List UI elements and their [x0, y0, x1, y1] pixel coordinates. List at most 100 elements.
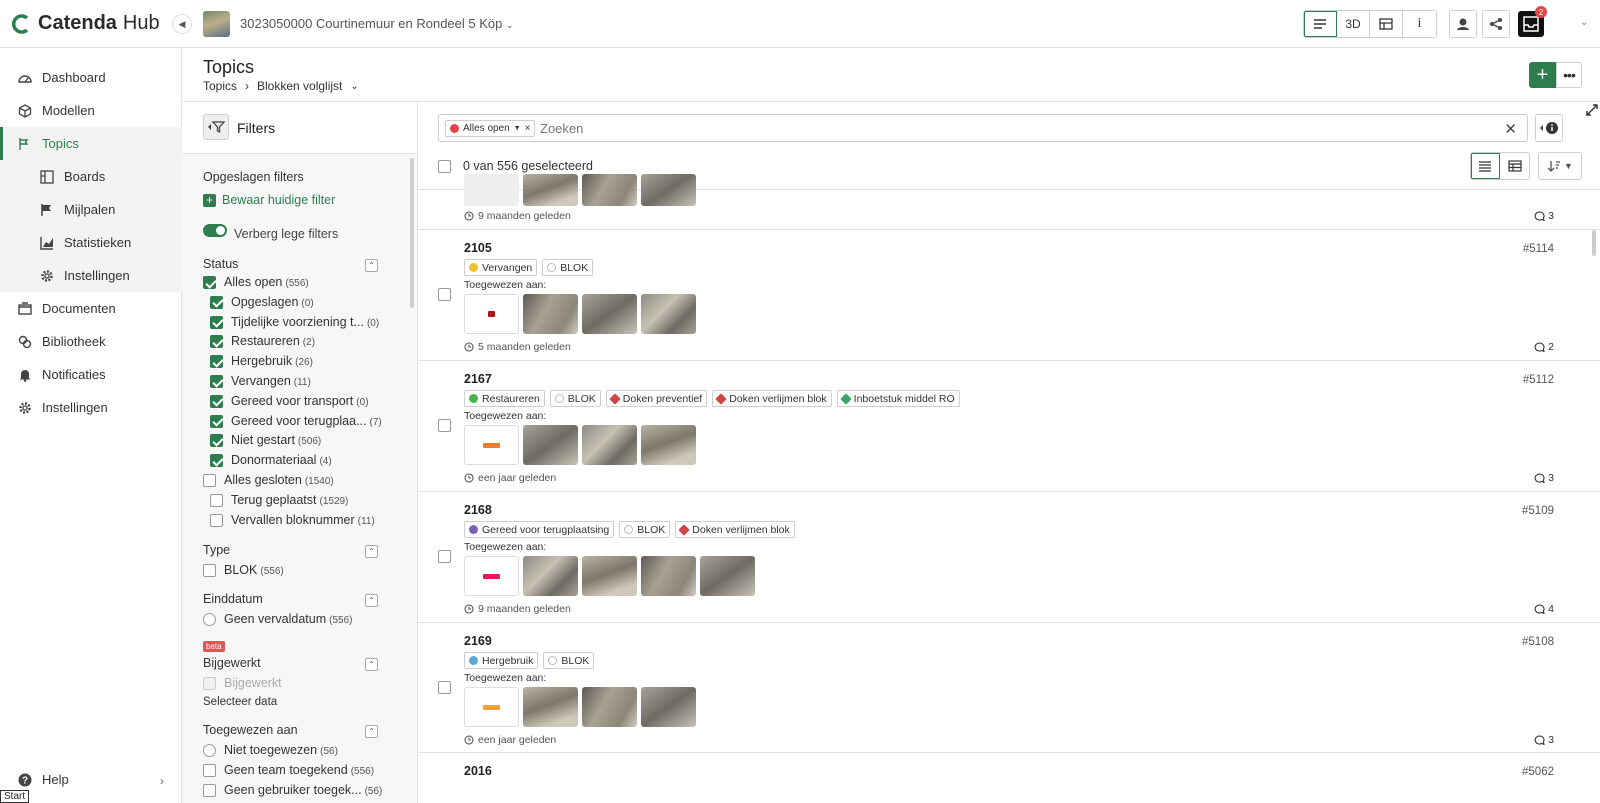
type-tag[interactable]: BLOK — [549, 390, 601, 407]
status-checkbox[interactable] — [210, 295, 223, 309]
status-checkbox[interactable] — [210, 454, 223, 468]
topic-diagram-thumbnail[interactable] — [464, 425, 519, 465]
topic-checkbox[interactable] — [438, 550, 451, 563]
user-menu-chevron-icon[interactable]: ⌄ — [1580, 17, 1588, 28]
topic-diagram-thumbnail[interactable] — [464, 556, 519, 596]
topic-image-thumbnail[interactable] — [641, 687, 696, 727]
topic-image-thumbnail[interactable] — [641, 556, 696, 596]
select-all-checkbox[interactable] — [438, 160, 451, 173]
help-link[interactable]: ? Help — [18, 772, 69, 787]
status-checkbox[interactable] — [210, 414, 223, 428]
3d-view-button[interactable]: 3D — [1337, 11, 1370, 37]
chevron-down-icon[interactable]: ⌄ — [350, 81, 358, 92]
save-filter-button[interactable]: + Bewaar huidige filter — [203, 193, 335, 207]
topic-row[interactable]: 2168 #5109 Gereed voor terugplaatsing BLOK D… — [418, 492, 1600, 623]
no-user-checkbox[interactable] — [203, 784, 216, 797]
collapse-status-button[interactable]: ⌃ — [365, 259, 378, 272]
topic-image-thumbnail[interactable] — [700, 556, 755, 596]
search-input[interactable]: Zoeken — [540, 121, 583, 136]
catenda-logo[interactable]: Catenda Hub — [12, 12, 160, 35]
topic-row[interactable]: 2105 #5114 Vervangen BLOK Toegewezen aan: 5 m… — [418, 230, 1600, 361]
topic-diagram-thumbnail[interactable] — [464, 294, 519, 334]
status-checkbox[interactable] — [203, 474, 216, 487]
no-due-radio[interactable] — [203, 613, 216, 626]
topic-checkbox[interactable] — [438, 288, 451, 301]
sidebar-item-modellen[interactable]: Modellen — [0, 94, 182, 127]
topic-image-thumbnail[interactable] — [582, 687, 637, 727]
topic-row[interactable]: 2016 #5062 — [418, 753, 1600, 803]
user-presence-button[interactable] — [1449, 10, 1477, 38]
unassigned-radio[interactable] — [203, 744, 216, 757]
status-checkbox[interactable] — [210, 513, 223, 527]
topic-row[interactable]: 2167 #5112 Restaureren BLOK Doken preventief… — [418, 361, 1600, 492]
topic-title[interactable]: 2168 — [464, 503, 492, 517]
topic-image-thumbnail[interactable] — [464, 174, 519, 206]
sidebar-item-boards[interactable]: Boards — [0, 160, 182, 193]
label-tag[interactable]: Doken preventief — [605, 390, 708, 407]
type-tag[interactable]: BLOK — [619, 521, 671, 538]
add-topic-button[interactable]: + — [1529, 62, 1556, 88]
collapse-assigned-button[interactable]: ⌃ — [365, 725, 378, 738]
search-bar[interactable]: Alles open ▼ × Zoeken ✕ — [438, 114, 1528, 142]
collapse-type-button[interactable]: ⌃ — [365, 545, 378, 558]
chevron-right-icon[interactable]: › — [160, 774, 164, 788]
status-tag[interactable]: Restaureren — [464, 390, 545, 407]
topic-image-thumbnail[interactable] — [523, 556, 578, 596]
status-checkbox[interactable] — [210, 375, 223, 388]
table-view-button[interactable] — [1500, 153, 1529, 179]
sidebar-item-topics[interactable]: Topics — [0, 127, 182, 160]
status-tag[interactable]: Vervangen — [464, 259, 538, 276]
more-options-button[interactable]: ••• — [1556, 62, 1582, 88]
status-filter-chip[interactable]: Alles open ▼ × — [445, 120, 536, 137]
topic-image-thumbnail[interactable] — [523, 687, 578, 727]
filter-toggle-button[interactable] — [203, 114, 229, 140]
collapse-updated-button[interactable]: ⌃ — [365, 658, 378, 671]
updated-checkbox[interactable] — [203, 677, 216, 690]
sidebar-item-topic-instellingen[interactable]: Instellingen — [0, 259, 182, 292]
type-tag[interactable]: BLOK — [542, 259, 594, 276]
topic-image-thumbnail[interactable] — [582, 174, 637, 206]
split-view-button[interactable] — [1370, 11, 1403, 37]
topic-image-thumbnail[interactable] — [582, 556, 637, 596]
topic-image-thumbnail[interactable] — [523, 294, 578, 334]
topic-image-thumbnail[interactable] — [641, 174, 696, 206]
chip-remove-icon[interactable]: × — [525, 123, 531, 134]
breadcrumb-topics[interactable]: Topics — [203, 79, 237, 93]
topic-title[interactable]: 2167 — [464, 372, 492, 386]
start-button[interactable]: Start — [0, 790, 30, 803]
project-thumbnail[interactable] — [203, 11, 230, 37]
topic-image-thumbnail[interactable] — [582, 425, 637, 465]
status-tag[interactable]: Gereed voor terugplaatsing — [464, 521, 615, 538]
no-team-checkbox[interactable] — [203, 764, 216, 777]
clear-search-icon[interactable]: ✕ — [1504, 120, 1517, 138]
topic-image-thumbnail[interactable] — [582, 294, 637, 334]
collapse-due-button[interactable]: ⌃ — [365, 594, 378, 607]
status-checkbox[interactable] — [210, 434, 223, 448]
status-checkbox[interactable] — [210, 315, 223, 329]
collapse-sidebar-button[interactable]: ◀ — [172, 14, 192, 34]
topic-checkbox[interactable] — [438, 419, 451, 432]
topic-row[interactable]: 2169 #5108 Hergebruik BLOK Toegewezen aan: ee… — [418, 623, 1600, 753]
topic-image-thumbnail[interactable] — [523, 425, 578, 465]
label-tag[interactable]: Inboetstuk middel RO — [836, 390, 960, 407]
sidebar-item-dashboard[interactable]: Dashboard — [0, 61, 182, 94]
type-blok-checkbox[interactable] — [203, 564, 216, 577]
sidebar-item-documenten[interactable]: Documenten — [0, 292, 182, 325]
sidebar-item-mijlpalen[interactable]: Mijlpalen — [0, 193, 182, 226]
sidebar-item-bibliotheek[interactable]: Bibliotheek — [0, 325, 182, 358]
sort-button[interactable]: ▼ — [1538, 152, 1582, 180]
topic-title[interactable]: 2169 — [464, 634, 492, 648]
topic-row[interactable]: 9 maanden geleden 3 — [418, 174, 1600, 230]
expand-icon[interactable] — [1584, 102, 1600, 118]
info-view-button[interactable]: i — [1403, 11, 1436, 37]
breadcrumb-current[interactable]: Blokken volglijst — [257, 79, 342, 93]
status-tag[interactable]: Hergebruik — [464, 652, 539, 669]
topics-view-button[interactable] — [1304, 11, 1337, 37]
type-tag[interactable]: BLOK — [543, 652, 595, 669]
list-view-button[interactable] — [1471, 153, 1501, 179]
status-checkbox[interactable] — [210, 335, 223, 349]
status-checkbox[interactable] — [203, 276, 216, 289]
sidebar-item-notificaties[interactable]: Notificaties — [0, 358, 182, 391]
hide-empty-toggle[interactable] — [203, 224, 227, 237]
topic-checkbox[interactable] — [438, 681, 451, 694]
